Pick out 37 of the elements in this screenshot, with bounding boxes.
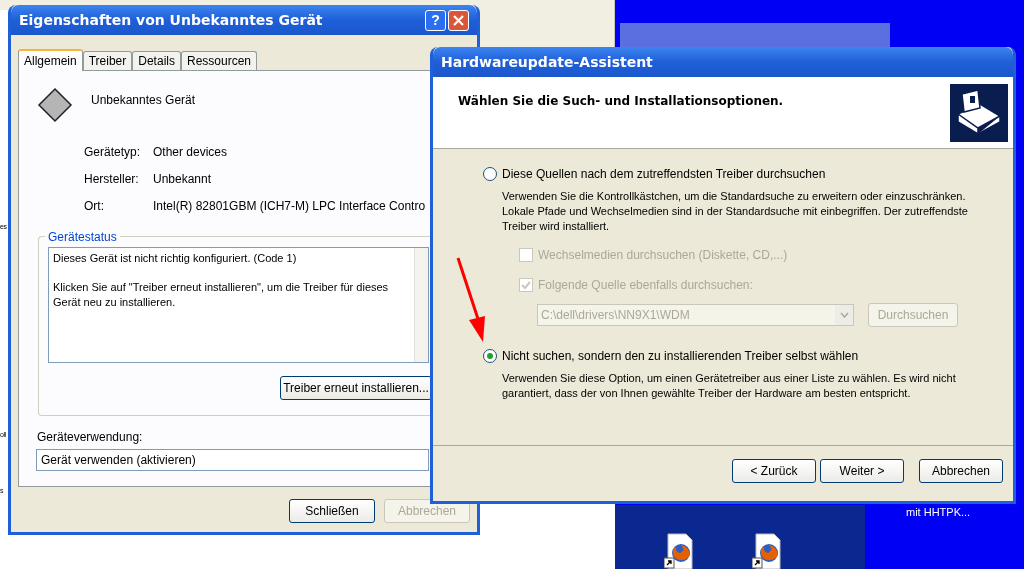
usage-label: Geräteverwendung: xyxy=(37,429,144,446)
icon-caption[interactable]: mit HHTPK... xyxy=(906,506,971,519)
option-label[interactable]: Diese Quellen nach dem zutreffendsten Treiber durchsuchen xyxy=(502,165,826,183)
browser-shortcut-icon[interactable] xyxy=(752,532,784,569)
tab[interactable]: Allgemein xyxy=(18,49,83,71)
field-value: Other devices xyxy=(153,144,228,160)
status-message: Klicken Sie auf "Treiber erneut installieren", um die Treiber für dieses Gerät neu zu installieren. xyxy=(53,280,390,310)
wizard-button[interactable]: < Zurück xyxy=(732,459,816,483)
option-description: Verwenden Sie die Kontrollkästchen, um die Standardsuche zu erweitern oder einzuschränken. Lokale Pfade und Wechselmedien sind in der Standardsuche mit einbegriffen. Der zutreffendste Treiber wird installiert. xyxy=(502,189,969,234)
tab[interactable]: Treiber xyxy=(82,51,133,70)
radio-button[interactable] xyxy=(483,167,497,181)
field-label: Hersteller: xyxy=(84,171,140,187)
option-description: Verwenden Sie diese Option, um einen Gerätetreiber aus einer Liste zu wählen. Es wird nicht garantiert, dass der von Ihnen gewählte Treiber der Hardware am besten entspricht. xyxy=(502,371,957,401)
usage-dropdown[interactable]: Gerät verwenden (aktivieren) xyxy=(36,449,429,471)
radio-button[interactable] xyxy=(483,349,497,363)
help-button[interactable]: ? xyxy=(425,9,446,31)
field-value: Intel(R) 82801GBM (ICH7-M) LPC Interface Contro xyxy=(153,198,426,214)
dialog-button[interactable]: Schließen xyxy=(289,499,375,523)
reinstall-button[interactable]: Treiber erneut installieren... xyxy=(280,376,432,400)
hardware-icon xyxy=(950,84,1008,142)
status-message: Dieses Gerät ist nicht richtig konfiguriert. (Code 1) xyxy=(53,251,298,266)
device-icon xyxy=(37,87,73,123)
close-icon xyxy=(453,14,464,26)
option-label[interactable]: Nicht suchen, sondern den zu installierenden Treiber selbst wählen xyxy=(502,347,859,365)
field-label: Gerätetyp: xyxy=(84,144,142,160)
field-value: Unbekannt xyxy=(153,171,212,187)
window-title: Hardwareupdate-Assistent xyxy=(441,52,653,72)
browser-shortcut-icon[interactable] xyxy=(664,532,696,569)
tab[interactable]: Details xyxy=(132,51,181,70)
wizard-button[interactable]: Abbrechen xyxy=(919,459,1003,483)
device-name: Unbekanntes Gerät xyxy=(91,92,196,109)
field-label: Ort: xyxy=(84,198,105,214)
window-title: Eigenschaften von Unbekanntes Gerät xyxy=(19,10,323,30)
tab[interactable]: Ressourcen xyxy=(180,51,257,70)
close-button[interactable] xyxy=(448,9,469,31)
wizard-heading: Wählen Sie die Such- und Installationsoptionen. xyxy=(458,93,784,110)
wizard-button[interactable]: Weiter > xyxy=(820,459,904,483)
